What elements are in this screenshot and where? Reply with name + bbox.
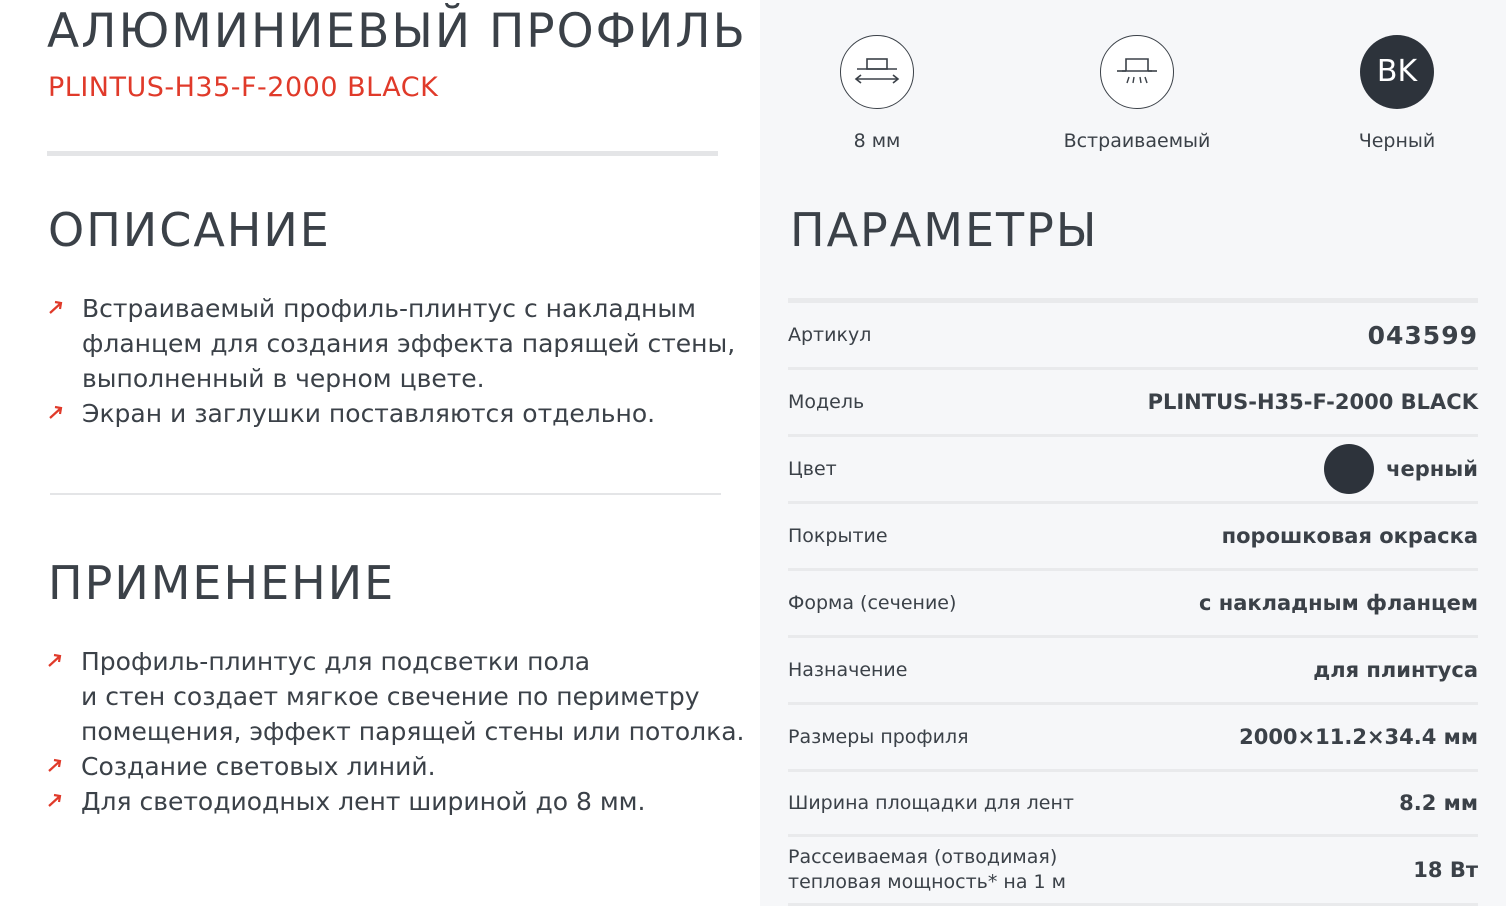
list-item: Создание световых линий. <box>47 749 747 784</box>
divider <box>50 493 721 495</box>
parameters-table: Артикул 043599 Модель PLINTUS-H35-F-2000… <box>788 298 1478 906</box>
divider <box>47 151 718 156</box>
param-key: Рассеиваемая (отводимая) тепловая мощнос… <box>788 846 1066 893</box>
width-arrows-icon <box>840 35 914 109</box>
description-list: Встраиваемый профиль-плинтус с накладным… <box>48 291 738 431</box>
feature-label: Встраиваемый <box>1063 130 1211 152</box>
list-item: Встраиваемый профиль-плинтус с накладным… <box>48 291 738 396</box>
param-row-dimensions: Размеры профиля 2000×11.2×34.4 мм <box>788 705 1478 772</box>
param-value: с накладным фланцем <box>1198 591 1478 615</box>
feature-label: 8 мм <box>853 130 901 152</box>
description-heading: ОПИСАНИЕ <box>48 203 331 257</box>
color-code-badge: BK <box>1360 35 1434 109</box>
param-key: Цвет <box>788 457 837 480</box>
list-item: Для светодиодных лент шириной до 8 мм. <box>47 784 747 819</box>
param-value: порошковая окраска <box>1221 524 1478 548</box>
param-row-purpose: Назначение для плинтуса <box>788 638 1478 705</box>
arrow-bullet-icon <box>49 300 63 314</box>
feature-width: 8 мм <box>787 35 967 152</box>
color-value: черный <box>1386 457 1478 481</box>
param-key: Артикул <box>788 323 872 346</box>
param-key: Ширина площадки для лент <box>788 791 1074 814</box>
recessed-light-icon <box>1100 35 1174 109</box>
feature-color: BK Черный <box>1307 35 1487 152</box>
param-value: 18 Вт <box>1413 858 1478 882</box>
param-value: 043599 <box>1367 320 1478 350</box>
param-value: 8.2 мм <box>1399 791 1478 815</box>
param-key: Покрытие <box>788 524 888 547</box>
arrow-bullet-icon <box>48 758 62 772</box>
param-value: черный <box>1324 444 1478 494</box>
list-item: Профиль-плинтус для подсветки пола и сте… <box>47 644 747 749</box>
param-value: PLINTUS-H35-F-2000 BLACK <box>1147 390 1478 414</box>
param-key: Размеры профиля <box>788 725 969 748</box>
param-value: 2000×11.2×34.4 мм <box>1239 725 1478 749</box>
param-key: Модель <box>788 390 865 413</box>
param-row-strip-width: Ширина площадки для лент 8.2 мм <box>788 772 1478 837</box>
arrow-bullet-icon <box>49 405 63 419</box>
param-row-coating: Покрытие порошковая окраска <box>788 504 1478 571</box>
param-row-heat-dissipation: Рассеиваемая (отводимая) тепловая мощнос… <box>788 837 1478 906</box>
list-item: Экран и заглушки поставляются отдельно. <box>48 396 738 431</box>
left-column: АЛЮМИНИЕВЫЙ ПРОФИЛЬ PLINTUS-H35-F-2000 B… <box>0 0 760 906</box>
param-row-model: Модель PLINTUS-H35-F-2000 BLACK <box>788 370 1478 437</box>
application-list: Профиль-плинтус для подсветки пола и сте… <box>47 644 747 819</box>
product-model-subtitle: PLINTUS-H35-F-2000 BLACK <box>48 72 439 103</box>
feature-mount-type: Встраиваемый <box>1047 35 1227 152</box>
color-swatch <box>1324 444 1375 494</box>
product-title: АЛЮМИНИЕВЫЙ ПРОФИЛЬ <box>47 4 747 59</box>
param-row-article: Артикул 043599 <box>788 303 1478 370</box>
arrow-bullet-icon <box>48 653 62 667</box>
param-key: Назначение <box>788 658 908 681</box>
param-row-shape: Форма (сечение) с накладным фланцем <box>788 571 1478 638</box>
parameters-heading: ПАРАМЕТРЫ <box>790 203 1099 257</box>
arrow-bullet-icon <box>48 793 62 807</box>
param-row-color: Цвет черный <box>788 437 1478 504</box>
feature-label: Черный <box>1358 130 1436 152</box>
param-value: для плинтуса <box>1313 658 1478 682</box>
application-heading: ПРИМЕНЕНИЕ <box>48 556 396 610</box>
param-key: Форма (сечение) <box>788 591 957 614</box>
